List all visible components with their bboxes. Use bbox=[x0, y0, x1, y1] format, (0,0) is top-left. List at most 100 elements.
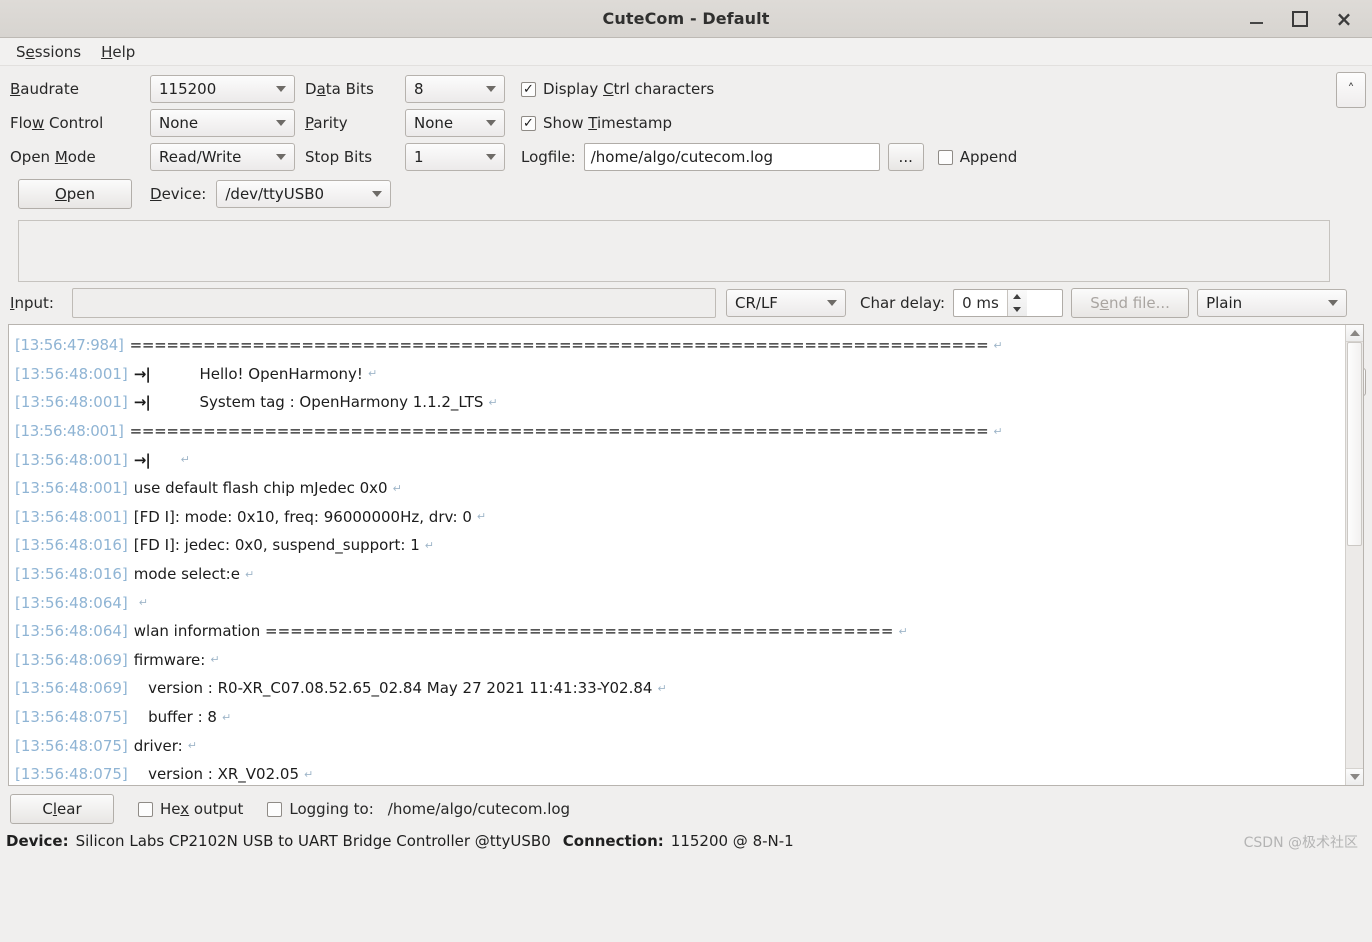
input-label: Input: bbox=[10, 294, 54, 312]
char-delay-stepper[interactable]: 0 ms bbox=[953, 289, 1064, 317]
parity-value: None bbox=[414, 114, 454, 132]
chevron-down-icon bbox=[486, 86, 496, 92]
clear-button[interactable]: Cl ear bbox=[10, 794, 114, 824]
scrollbar-thumb[interactable] bbox=[1347, 342, 1362, 547]
send-format-select[interactable]: Plain bbox=[1197, 289, 1348, 317]
flow-control-select[interactable]: None bbox=[150, 109, 295, 137]
baudrate-value: 115200 bbox=[159, 80, 217, 98]
status-device-value: Silicon Labs CP2102N USB to UART Bridge … bbox=[75, 832, 551, 850]
stop-bits-value: 1 bbox=[414, 148, 424, 166]
data-bits-select[interactable]: 8 bbox=[405, 75, 505, 103]
chevron-down-icon bbox=[276, 120, 286, 126]
append-label: Append bbox=[959, 148, 1018, 166]
parity-select[interactable]: None bbox=[405, 109, 505, 137]
display-ctrl-characters-checkbox[interactable]: Display Ctrl characters bbox=[521, 80, 714, 98]
close-icon[interactable]: × bbox=[1322, 0, 1366, 38]
tab-control-icon: →| bbox=[133, 393, 151, 412]
open-mode-select[interactable]: Read/Write bbox=[150, 143, 295, 171]
line-timestamp: [13:56:48:016] bbox=[15, 565, 128, 584]
terminal-scrollbar[interactable] bbox=[1345, 325, 1363, 785]
carriage-return-icon: ↵ bbox=[210, 653, 220, 667]
chevron-down-icon bbox=[276, 154, 286, 160]
window-title: CuteCom - Default bbox=[602, 9, 770, 28]
tab-control-icon: →| bbox=[133, 450, 151, 469]
line-timestamp: [13:56:48:064] bbox=[15, 593, 128, 612]
triangle-up-icon bbox=[1349, 330, 1360, 336]
terminal-line: [13:56:48:001] ==========================… bbox=[15, 417, 1341, 446]
triangle-down-icon bbox=[1349, 774, 1360, 780]
stepper-down-icon[interactable] bbox=[1008, 303, 1027, 316]
terminal-line: [13:56:48:064] wlan information =========… bbox=[15, 617, 1341, 646]
line-timestamp: [13:56:48:075] bbox=[15, 736, 128, 755]
session-blank-panel bbox=[18, 220, 1330, 282]
line-text: version : R0-XR_C07.08.52.65_02.84 May 2… bbox=[133, 679, 653, 698]
terminal-line: [13:56:48:069] version : R0-XR_C07.08.52… bbox=[15, 674, 1341, 703]
carriage-return-icon: ↵ bbox=[993, 338, 1003, 352]
checkbox-indicator bbox=[267, 801, 283, 817]
settings-row-4: Open Device: /dev/ttyUSB0 bbox=[10, 174, 1366, 214]
chevron-down-icon bbox=[486, 154, 496, 160]
stop-bits-select[interactable]: 1 bbox=[405, 143, 505, 171]
stepper-up-icon[interactable] bbox=[1008, 290, 1027, 303]
terminal-output-panel[interactable]: [13:56:47:984] ==========================… bbox=[8, 324, 1364, 786]
logging-to-checkbox[interactable]: Logging to: bbox=[267, 800, 374, 818]
line-text: [FD I]: jedec: 0x0, suspend_support: 1 bbox=[133, 536, 420, 555]
line-timestamp: [13:56:48:075] bbox=[15, 708, 128, 727]
terminal-lines: [13:56:47:984] ==========================… bbox=[9, 325, 1345, 785]
logfile-browse-button[interactable]: ... bbox=[887, 143, 924, 171]
terminal-line: [13:56:48:075] version : XR_V02.05 ↵ bbox=[15, 760, 1341, 785]
chevron-down-icon bbox=[372, 191, 383, 197]
display-ctrl-characters-label: Display Ctrl characters bbox=[543, 80, 715, 98]
line-text: [FD I]: mode: 0x10, freq: 96000000Hz, dr… bbox=[133, 507, 472, 526]
line-timestamp: [13:56:48:001] bbox=[15, 479, 128, 498]
settings-collapse-button[interactable]: ˄ bbox=[1336, 72, 1366, 108]
hex-output-checkbox[interactable]: Hex output bbox=[138, 800, 243, 818]
send-file-button[interactable]: Se nd file... bbox=[1071, 288, 1190, 318]
line-text: version : XR_V02.05 bbox=[133, 765, 299, 784]
chevron-down-icon bbox=[827, 300, 837, 306]
menu-sessions[interactable]: Sessions bbox=[8, 40, 89, 64]
terminal-line: [13:56:48:075] driver: ↵ bbox=[15, 731, 1341, 760]
device-label: Device: bbox=[150, 185, 207, 203]
maximize-icon[interactable] bbox=[1278, 0, 1322, 38]
terminal-line: [13:56:48:016] [FD I]: jedec: 0x0, suspen… bbox=[15, 531, 1341, 560]
scrollbar-track[interactable] bbox=[1346, 342, 1363, 768]
carriage-return-icon: ↵ bbox=[488, 395, 498, 409]
scroll-down-button[interactable] bbox=[1346, 768, 1363, 785]
device-select[interactable]: /dev/ttyUSB0 bbox=[216, 180, 392, 208]
send-format-value: Plain bbox=[1206, 294, 1243, 312]
line-timestamp: [13:56:48:016] bbox=[15, 536, 128, 555]
stepper-buttons[interactable] bbox=[1006, 290, 1027, 316]
menu-help[interactable]: Help bbox=[93, 40, 143, 64]
open-mode-label: Open Mode bbox=[10, 148, 96, 166]
carriage-return-icon: ↵ bbox=[657, 681, 667, 695]
chevron-down-icon bbox=[1328, 300, 1339, 306]
status-connection-label: Connection: bbox=[562, 832, 664, 850]
line-ending-select[interactable]: CR/LF bbox=[726, 289, 846, 317]
logging-to-path: /home/algo/cutecom.log bbox=[387, 800, 571, 818]
device-value: /dev/ttyUSB0 bbox=[225, 185, 325, 203]
chevron-down-icon bbox=[276, 86, 286, 92]
scroll-up-button[interactable] bbox=[1346, 325, 1363, 342]
baudrate-select[interactable]: 115200 bbox=[150, 75, 295, 103]
hex-output-label: Hex output bbox=[160, 800, 244, 818]
data-bits-value: 8 bbox=[414, 80, 424, 98]
minimize-icon[interactable] bbox=[1234, 0, 1278, 38]
carriage-return-icon: ↵ bbox=[476, 510, 487, 524]
settings-row-3: Open Mode Read/Write Stop Bits 1 Logfile… bbox=[10, 140, 1366, 174]
show-timestamp-checkbox[interactable]: Show Timestamp bbox=[521, 114, 672, 132]
carriage-return-icon: ↵ bbox=[187, 739, 197, 753]
checkbox-indicator bbox=[937, 149, 953, 165]
checkbox-indicator bbox=[521, 81, 536, 97]
append-checkbox[interactable]: Append bbox=[937, 148, 1018, 166]
line-text: System tag : OpenHarmony 1.1.2_LTS bbox=[199, 393, 484, 412]
line-text: wlan information =======================… bbox=[133, 622, 894, 641]
line-timestamp: [13:56:48:075] bbox=[15, 765, 128, 784]
flow-control-label: Flow Control bbox=[10, 114, 104, 132]
logfile-input[interactable]: /home/algo/cutecom.log bbox=[583, 143, 880, 171]
bottom-bar: Cl ear Hex output Logging to: /home/algo/… bbox=[0, 786, 1372, 830]
command-input[interactable] bbox=[72, 288, 716, 318]
terminal-line: [13:56:48:001] →| Hello! OpenHarmony! ↵ bbox=[15, 360, 1341, 389]
open-button[interactable]: Open bbox=[18, 179, 132, 209]
